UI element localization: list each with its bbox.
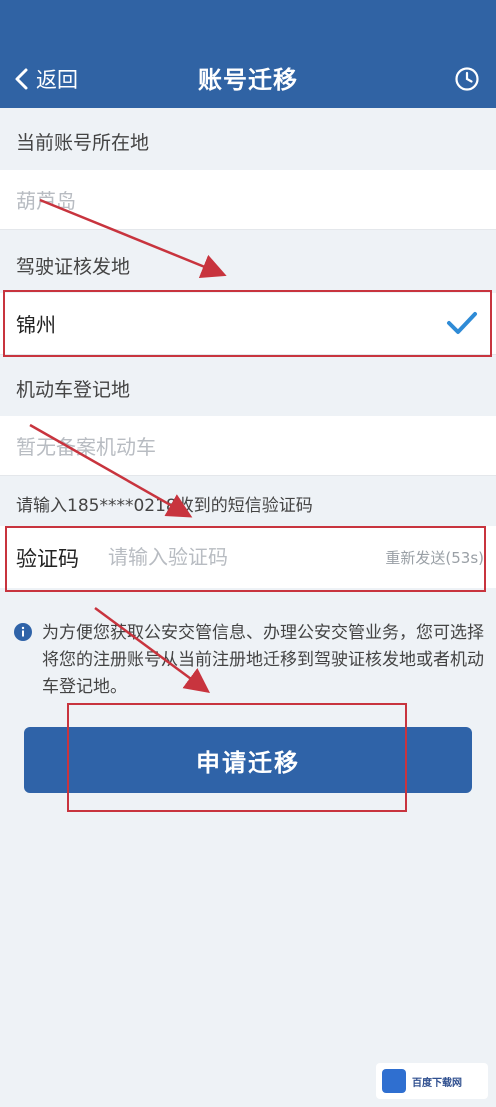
sms-prompt: 请输入185****0218收到的短信验证码 [16, 496, 313, 516]
verification-code-row: 验证码 重新发送(53s) [0, 526, 496, 588]
resend-code-button[interactable]: 重新发送(53s) [385, 547, 484, 568]
vehicle-location-value: 暂无备案机动车 [16, 435, 156, 459]
current-location-value: 葫芦岛 [16, 189, 76, 213]
watermark-badge: 百度下载网 [376, 1063, 488, 1099]
vehicle-location-row: 暂无备案机动车 [0, 416, 496, 476]
verification-code-input[interactable] [108, 540, 358, 574]
watermark-text: 百度下载网 [412, 1077, 462, 1089]
current-location-row: 葫芦岛 [0, 170, 496, 230]
verification-code-label: 验证码 [16, 547, 79, 571]
info-icon [14, 623, 32, 641]
clock-icon[interactable] [454, 66, 480, 92]
license-location-label: 驾驶证核发地 [16, 256, 131, 278]
info-text: 为方便您获取公安交管信息、办理公安交管业务，您可选择将您的注册账号从当前注册地迁… [42, 623, 484, 697]
vehicle-location-label: 机动车登记地 [16, 379, 131, 401]
current-location-label: 当前账号所在地 [16, 132, 150, 154]
page-title: 账号迁移 [198, 66, 298, 94]
license-location-value: 锦州 [16, 313, 56, 337]
watermark-logo-icon [382, 1069, 406, 1093]
checkmark-icon [447, 312, 477, 334]
apply-migration-button[interactable]: 申请迁移 [24, 727, 472, 793]
license-location-option[interactable]: 锦州 [0, 293, 496, 355]
app-header: 返回 账号迁移 [0, 0, 496, 108]
